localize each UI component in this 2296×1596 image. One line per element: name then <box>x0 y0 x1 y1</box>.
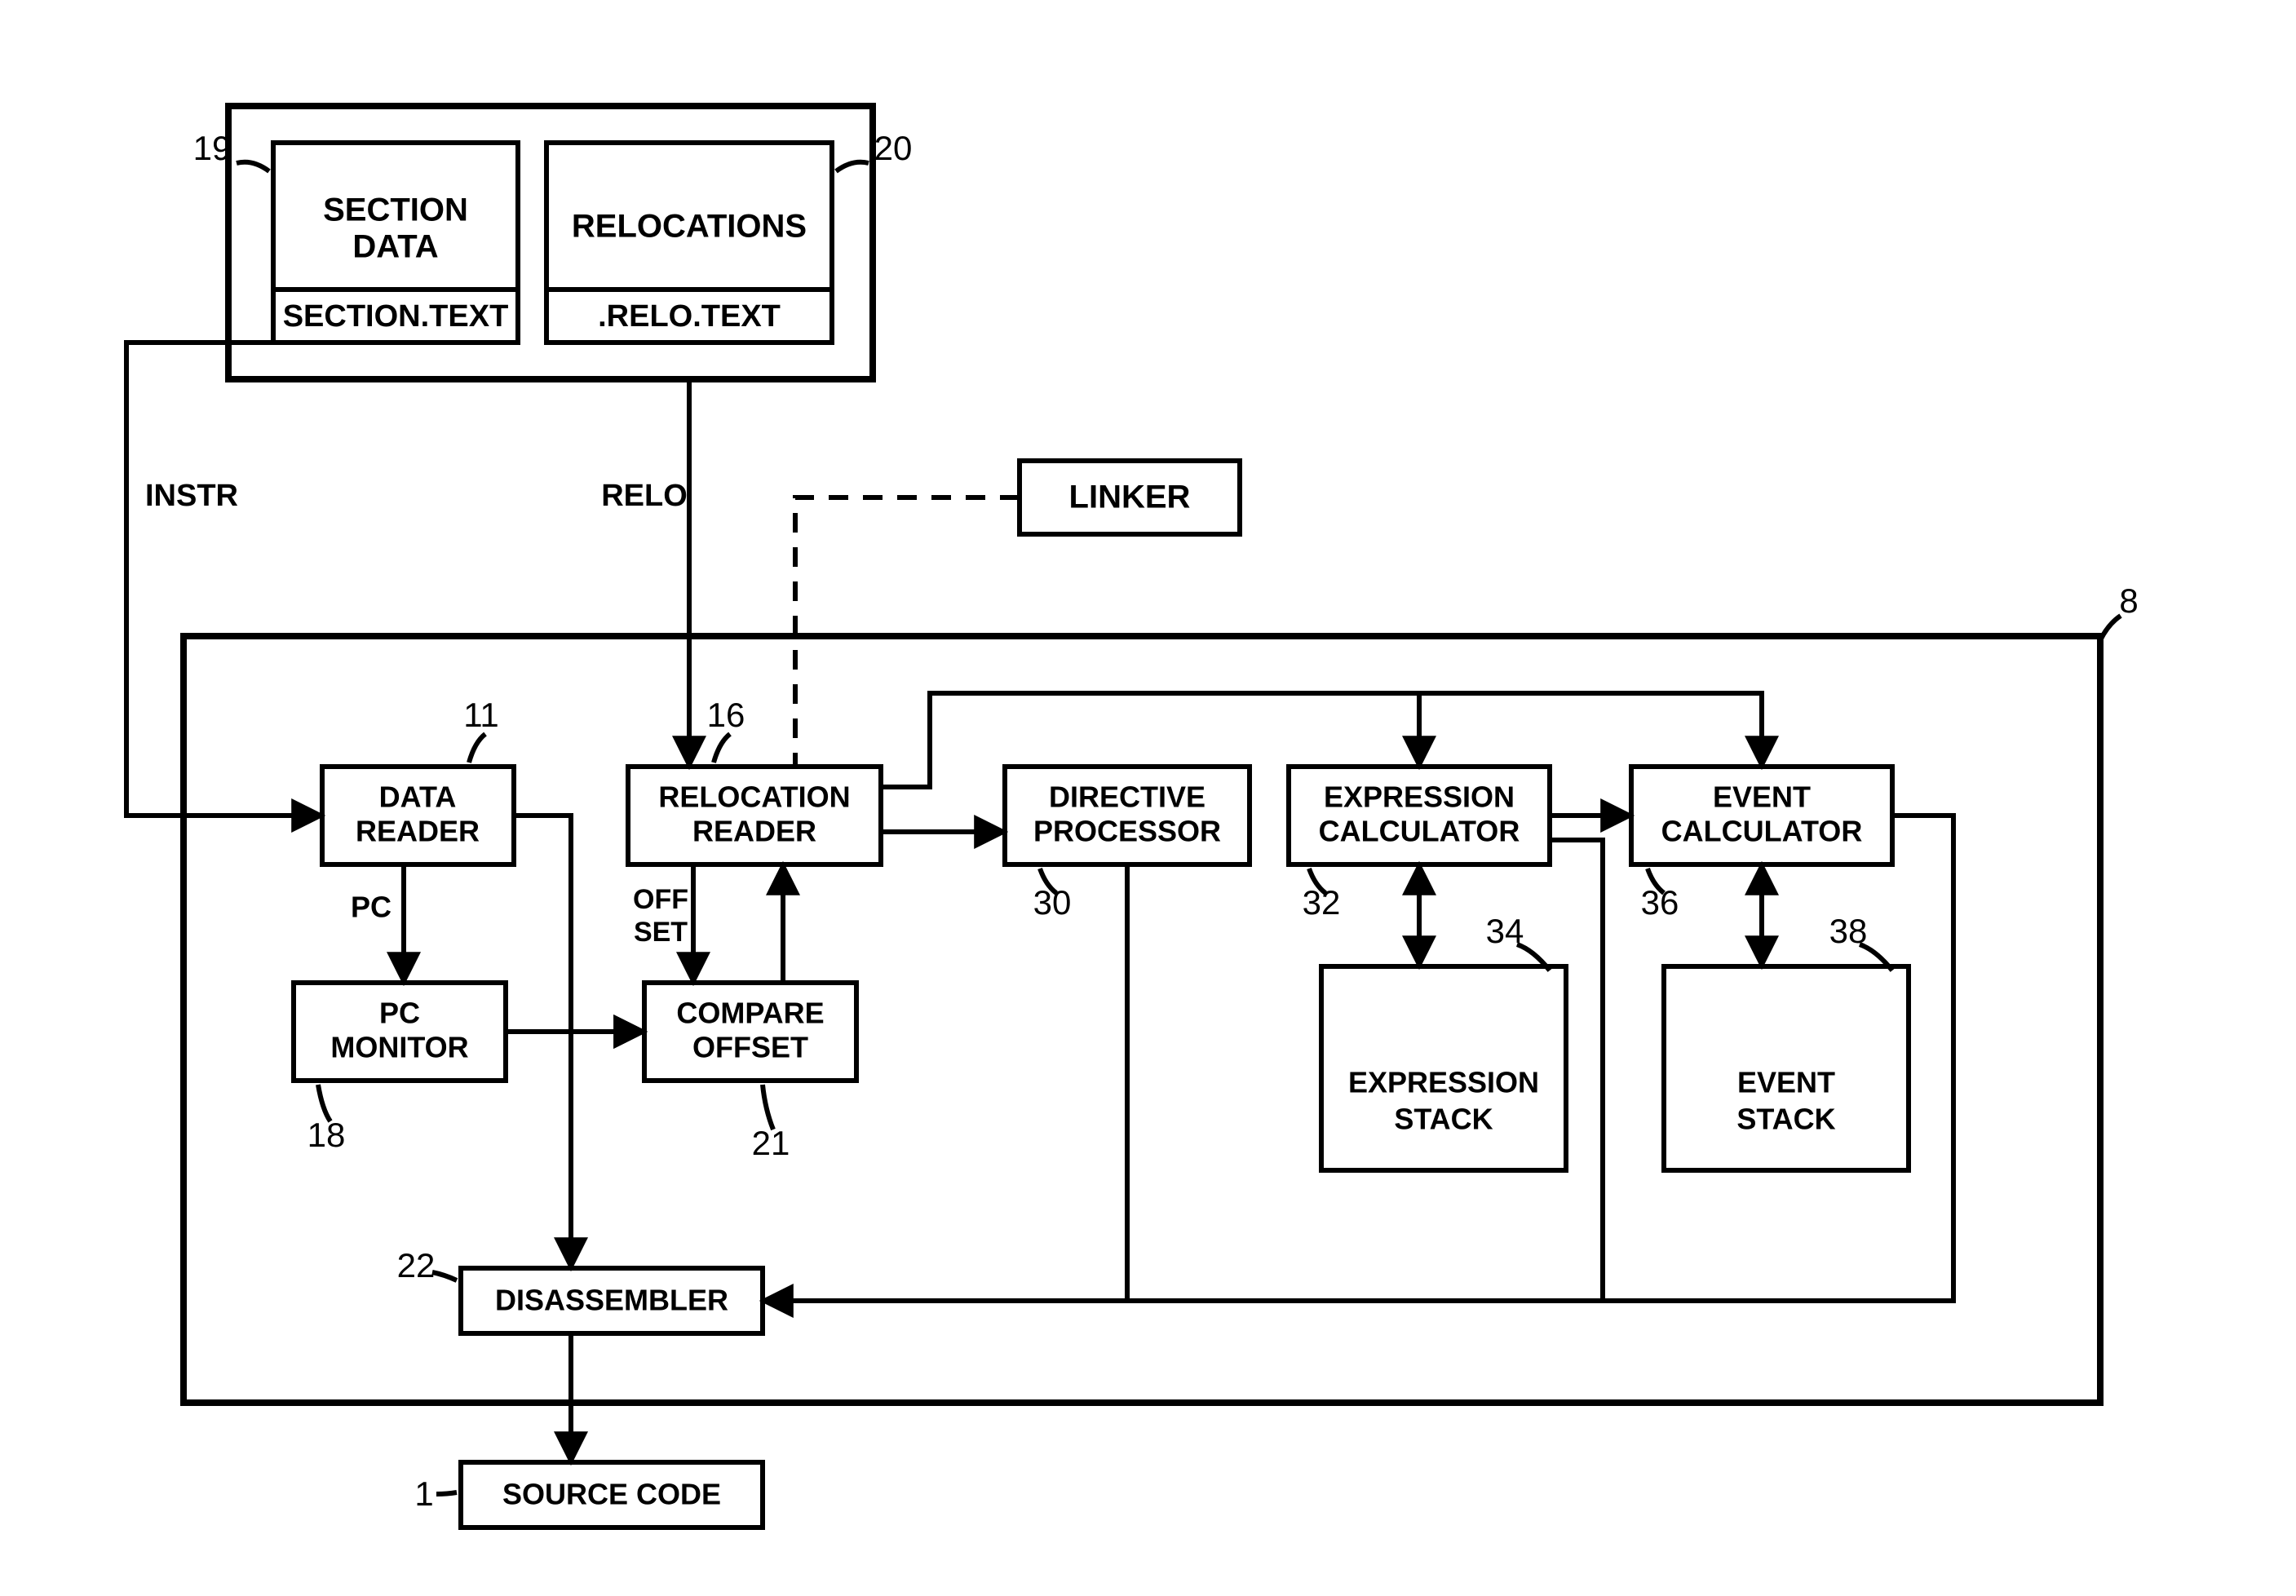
ref-22: 22 <box>397 1246 436 1284</box>
ref-11: 11 <box>463 696 499 734</box>
relocation-reader-label-1: RELOCATION <box>658 780 850 814</box>
relo-label: RELO <box>601 479 688 513</box>
ref-8: 8 <box>2119 581 2138 620</box>
event-stack-label-1: EVENT <box>1737 1066 1835 1099</box>
event-calc-label-2: CALCULATOR <box>1661 815 1863 848</box>
directive-label-2: PROCESSOR <box>1033 815 1221 848</box>
expr-calc-label-1: EXPRESSION <box>1324 780 1515 814</box>
linker-label: LINKER <box>1069 480 1191 515</box>
relocations-label: RELOCATIONS <box>572 209 807 245</box>
expr-calc-label-2: CALCULATOR <box>1319 815 1520 848</box>
pc-monitor-label-1: PC <box>379 997 420 1030</box>
ref-18: 18 <box>307 1116 346 1154</box>
relo-text-label: .RELO.TEXT <box>598 299 781 334</box>
pc-label: PC <box>351 891 392 924</box>
ref-20: 20 <box>874 129 913 167</box>
section-data-label-1: SECTION <box>323 192 468 228</box>
source-code-label: SOURCE CODE <box>502 1478 721 1511</box>
relocations-block: RELOCATIONS .RELO.TEXT <box>546 143 832 343</box>
section-data-label-2: DATA <box>352 229 438 265</box>
section-data-block: SECTION DATA SECTION.TEXT <box>273 143 518 343</box>
compare-offset-label-2: OFFSET <box>692 1031 808 1064</box>
set-label: SET <box>634 917 688 948</box>
disassembler-label: DISASSEMBLER <box>495 1284 728 1317</box>
section-text-label: SECTION.TEXT <box>283 299 509 334</box>
ref-16: 16 <box>707 696 745 734</box>
data-reader-label-1: DATA <box>379 780 457 814</box>
relocation-reader-label-2: READER <box>692 815 816 848</box>
directive-label-1: DIRECTIVE <box>1049 780 1206 814</box>
ref-1: 1 <box>414 1474 433 1513</box>
data-reader-label-2: READER <box>356 815 480 848</box>
ref-19: 19 <box>193 129 232 167</box>
off-label: OFF <box>633 884 688 915</box>
event-stack-label-2: STACK <box>1736 1103 1835 1136</box>
instr-label: INSTR <box>145 479 238 513</box>
expr-stack-label-2: STACK <box>1394 1103 1493 1136</box>
pc-monitor-label-2: MONITOR <box>330 1031 468 1064</box>
expr-stack-label-1: EXPRESSION <box>1348 1066 1539 1099</box>
compare-offset-label-1: COMPARE <box>676 997 824 1030</box>
event-calc-label-1: EVENT <box>1713 780 1811 814</box>
